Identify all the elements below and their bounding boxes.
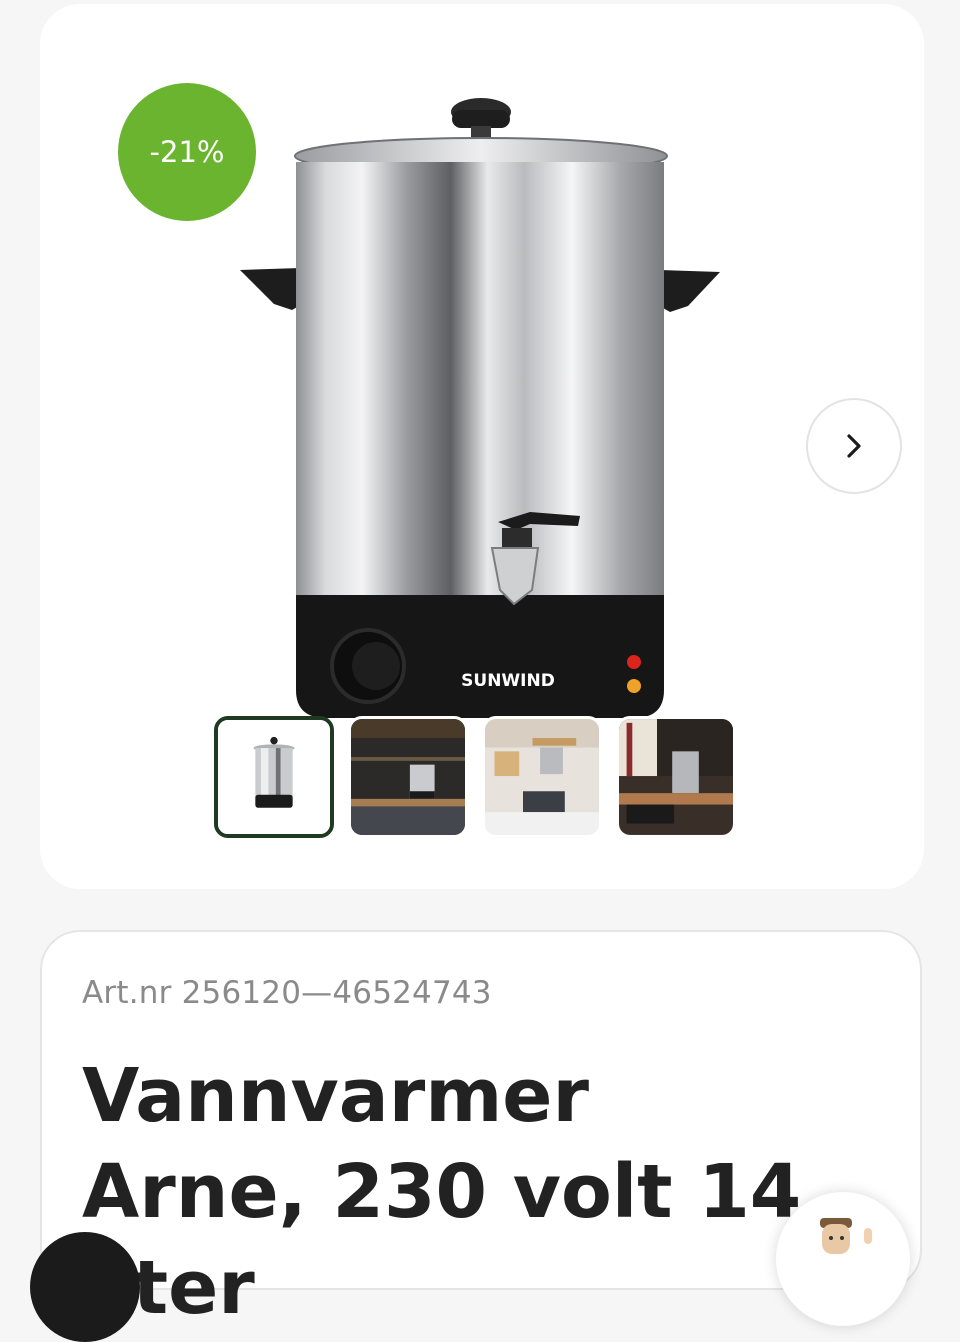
thumbnail-cabin-kitchen[interactable] <box>482 716 602 838</box>
product-title: Vannvarmer Arne, 230 volt 14 liter <box>82 1053 802 1331</box>
thumbnail-strip <box>214 716 736 838</box>
chevron-right-icon <box>847 434 861 458</box>
thumbnail-product[interactable] <box>214 716 334 838</box>
chat-assistant-button[interactable] <box>776 1192 910 1326</box>
discount-badge-text: -21% <box>149 135 225 169</box>
next-image-button[interactable] <box>806 398 902 494</box>
water-heater-illustration: SUNWIND <box>240 98 720 718</box>
article-number: Art.nr 256120—46524743 <box>82 975 492 1011</box>
thumbnail-kitchen-dark[interactable] <box>348 716 468 838</box>
corner-button[interactable] <box>30 1232 140 1342</box>
thumbnail-kitchen-counter[interactable] <box>616 716 736 838</box>
main-product-image[interactable]: SUNWIND <box>230 90 730 734</box>
assistant-avatar-icon <box>820 1218 872 1254</box>
brand-logo: SUNWIND <box>461 671 555 691</box>
